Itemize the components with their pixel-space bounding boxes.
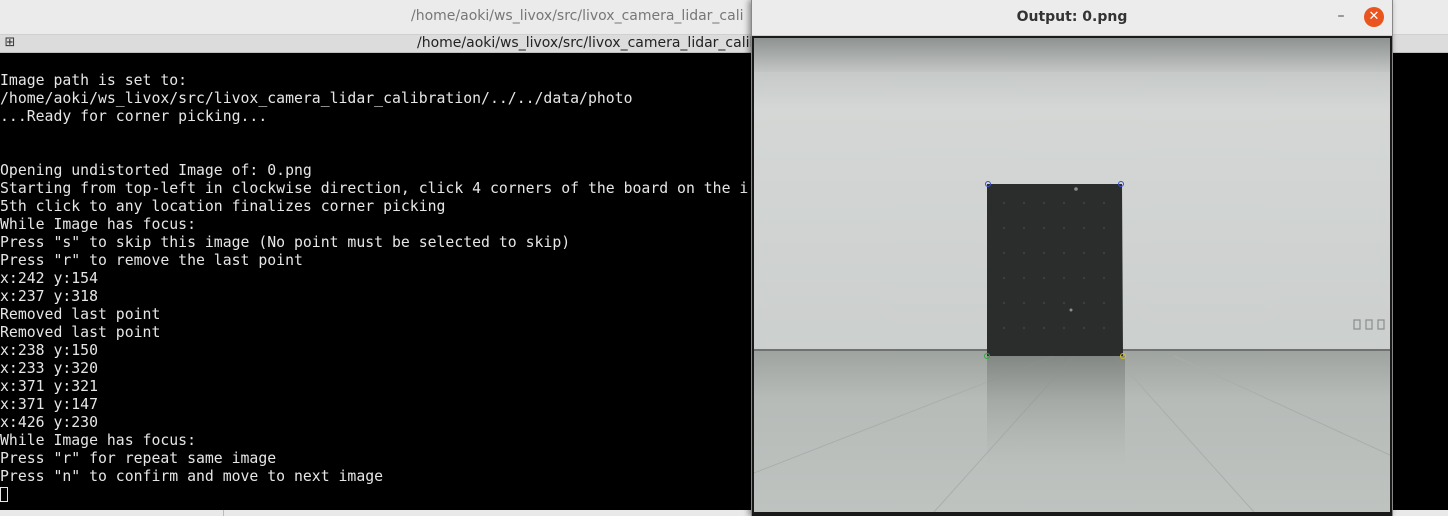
calibration-board (987, 184, 1123, 356)
image-window-titlebar[interactable]: Output: 0.png – ✕ (752, 0, 1392, 36)
terminal-tab-title[interactable]: /home/aoki/ws_livox/src/livox_camera_lid… (417, 35, 758, 52)
terminal-line: x:237 y:318 (0, 288, 98, 305)
terminal-line: While Image has focus: (0, 216, 196, 233)
terminal-line: While Image has focus: (0, 432, 196, 449)
terminal-line: x:233 y:320 (0, 360, 98, 377)
minimize-icon[interactable]: – (1332, 8, 1350, 26)
terminal-line: Press "r" to remove the last point (0, 252, 303, 269)
terminal-line: x:426 y:230 (0, 414, 98, 431)
terminal-line: x:238 y:150 (0, 342, 98, 359)
terminal-line: Removed last point (0, 324, 161, 341)
image-window-title: Output: 0.png (1016, 9, 1128, 25)
terminal-cursor (0, 487, 8, 502)
terminal-line: x:242 y:154 (0, 270, 98, 287)
board-glint (1074, 187, 1078, 191)
new-tab-icon[interactable]: ⊞ (3, 36, 17, 50)
terminal-line: Press "r" for repeat same image (0, 450, 277, 467)
terminal-line: x:371 y:321 (0, 378, 98, 395)
camera-scene (754, 38, 1390, 512)
terminal-lines: Image path is set to:/home/aoki/ws_livox… (0, 72, 748, 504)
ceiling (754, 38, 1390, 72)
close-icon[interactable]: ✕ (1364, 7, 1384, 27)
terminal-cursor-line (0, 486, 748, 504)
terminal-line: x:371 y:147 (0, 396, 98, 413)
terminal-window-title: /home/aoki/ws_livox/src/livox_camera_lid… (411, 8, 744, 24)
terminal-line: ...Ready for corner picking... (0, 108, 268, 125)
board-glint (1069, 308, 1073, 312)
camera-image[interactable] (754, 38, 1390, 512)
terminal-line: Press "s" to skip this image (No point m… (0, 234, 571, 251)
terminal-line: Removed last point (0, 306, 161, 323)
terminal-line: Press "n" to confirm and move to next im… (0, 468, 384, 485)
terminal-line: /home/aoki/ws_livox/src/livox_camera_lid… (0, 90, 633, 107)
terminal-line: Image path is set to: (0, 72, 188, 89)
board-reflection (987, 356, 1125, 466)
image-output-window[interactable]: Output: 0.png – ✕ (751, 0, 1393, 516)
terminal-line: Opening undistorted Image of: 0.png (0, 162, 312, 179)
terminal-line: 5th click to any location finalizes corn… (0, 198, 446, 215)
terminal-line: Starting from top-left in clockwise dire… (0, 180, 749, 197)
